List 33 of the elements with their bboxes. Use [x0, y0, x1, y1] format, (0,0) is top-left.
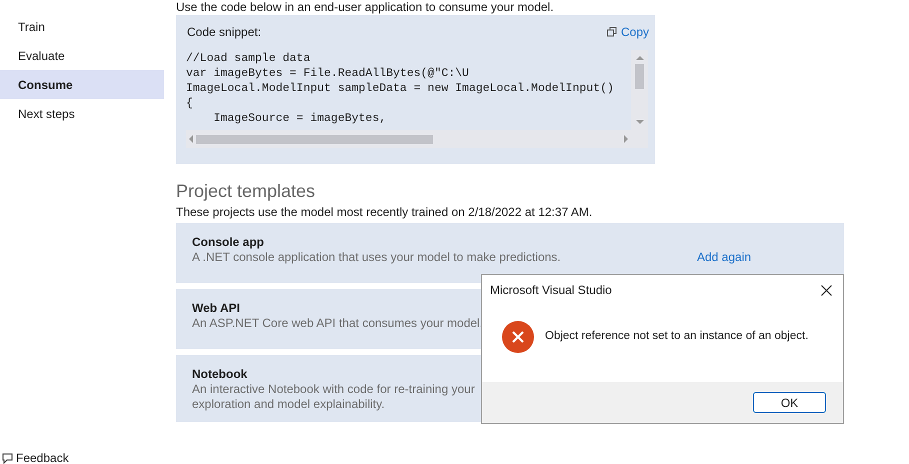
template-description: exploration and model explainability. [192, 397, 385, 412]
feedback-link[interactable]: Feedback [16, 449, 69, 464]
close-icon [820, 284, 832, 296]
copy-button[interactable]: Copy [606, 23, 649, 41]
add-again-link[interactable]: Add again [697, 248, 752, 266]
sidebar-item[interactable]: Next steps [0, 99, 164, 128]
intro-text: Use the code below in an end-user application to consume your model. [176, 0, 555, 14]
sidebar-item[interactable]: Evaluate [0, 41, 164, 70]
sidebar-item[interactable]: Consume [0, 70, 164, 99]
ok-button[interactable]: OK [753, 392, 826, 413]
snippet-title: Code snippet: [187, 24, 262, 41]
template-name: Web API [192, 301, 242, 316]
sidebar-item[interactable]: Train [0, 12, 164, 41]
code-line: var imageBytes = File.ReadAllBytes(@"C:\U [186, 66, 469, 81]
section-subtitle: These projects use the model most recently trained on 2/18/2022 at 12:37 AM. [176, 205, 594, 219]
template-name: Console app [192, 235, 266, 250]
code-line: { [186, 96, 193, 111]
template-description: An interactive Notebook with code for re-training your [192, 382, 475, 397]
template-description: An ASP.NET Core web API that consumes your model. [192, 316, 484, 331]
error-message: Object reference not set to an instance of an object. [545, 329, 808, 344]
feedback-icon [2, 452, 13, 464]
close-button[interactable] [819, 283, 833, 297]
error-icon [502, 321, 534, 353]
template-description: A .NET console application that uses your model to make predictions. [192, 250, 561, 265]
copy-icon [606, 27, 617, 37]
vertical-scrollbar[interactable] [631, 50, 648, 148]
horizontal-scrollbar[interactable] [186, 130, 631, 148]
dialog-title: Microsoft Visual Studio [490, 282, 612, 299]
code-line: ImageLocal.ModelInput sampleData = new ImageLocal.ModelInput() [186, 81, 614, 96]
template-name: Notebook [192, 367, 248, 382]
code-line: //Load sample data [186, 51, 310, 66]
section-heading: Project templates [176, 180, 316, 202]
code-line: ImageSource = imageBytes, [212, 111, 386, 126]
